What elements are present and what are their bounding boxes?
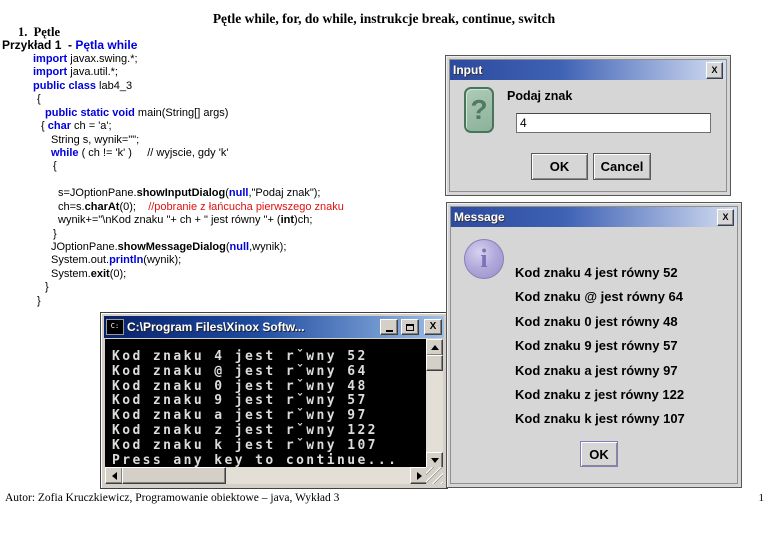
code-line: wynik+="\nKod znaku "+ ch + " jest równy… [0,214,344,227]
console-line: Kod znaku k jest rˇwny 107 [112,439,428,454]
console-titlebar[interactable]: C: C:\Program Files\Xinox Softw... X [104,316,444,338]
input-close-button[interactable]: X [706,62,723,79]
maximize-icon [406,324,414,331]
code-line: Przykład 1 - Pętla while [0,39,344,52]
arrow-down-icon [431,458,439,463]
message-line: Kod znaku k jest równy 107 [515,407,685,431]
resize-grip[interactable] [426,467,443,484]
code-line: } [0,228,344,241]
code-line: public class lab4_3 [0,80,344,93]
page-number: 1 [759,492,765,504]
code-line: System.exit(0); [0,268,344,281]
code-line: String s, wynik=""; [0,134,344,147]
input-prompt: Podaj znak [507,89,572,103]
horizontal-scroll-thumb[interactable] [122,467,226,484]
console-output: Kod znaku 4 jest rˇwny 52Kod znaku @ jes… [105,339,428,469]
code-line: System.out.println(wynik); [0,254,344,267]
code-line: while ( ch != 'k' ) // wyjscie, gdy 'k' [0,147,344,160]
code-line: import java.util.*; [0,66,344,79]
message-line: Kod znaku a jest równy 97 [515,359,685,383]
message-line: Kod znaku 9 jest równy 57 [515,334,685,358]
code-line: JOptionPane.showMessageDialog(null,wynik… [0,241,344,254]
code-line [0,174,344,187]
message-line: Kod znaku @ jest równy 64 [515,285,685,309]
slide: Pętle while, for, do while, instrukcje b… [0,0,768,543]
code-line: } [0,281,344,294]
code-line: 1. Pętle [0,26,344,39]
scroll-up-button[interactable] [426,339,443,356]
message-line: Kod znaku 0 jest równy 48 [515,310,685,334]
message-line: Kod znaku z jest równy 122 [515,383,685,407]
message-dialog-titlebar[interactable]: Message X [451,207,737,227]
console-line: Kod znaku 4 jest rˇwny 52 [112,350,428,365]
input-dialog-body: ? Podaj znak OK Cancel [450,80,726,191]
input-dialog-title: Input [453,63,706,77]
maximize-button[interactable] [401,319,419,335]
arrow-up-icon [431,345,439,350]
code-line: ch=s.charAt(0); //pobranie z łańcucha pi… [0,201,344,214]
message-line: Kod znaku 4 jest równy 52 [515,261,685,285]
message-dialog: Message X i Kod znaku 4 jest równy 52Kod… [446,202,742,488]
console-line: Kod znaku z jest rˇwny 122 [112,424,428,439]
code-line: s=JOptionPane.showInputDialog(null,"Poda… [0,187,344,200]
scroll-left-button[interactable] [105,467,123,484]
page-title: Pętle while, for, do while, instrukcje b… [0,11,768,27]
close-icon: X [430,322,437,332]
minimize-icon [386,330,393,332]
code-line: { char ch = 'a'; [0,120,344,133]
message-dialog-title: Message [454,210,717,224]
close-button[interactable]: X [424,319,442,335]
code-line: import javax.swing.*; [0,53,344,66]
minimize-button[interactable] [380,319,398,335]
info-icon: i [464,239,504,279]
code-line: public static void main(String[] args) [0,107,344,120]
console-line: Kod znaku a jest rˇwny 97 [112,409,428,424]
footer-text: Autor: Zofia Kruczkiewicz, Programowanie… [5,492,339,504]
question-icon: ? [464,87,494,133]
input-field[interactable] [516,113,711,133]
ms-dos-icon: C: [106,319,124,335]
input-dialog-titlebar[interactable]: Input X [450,60,726,80]
message-ok-button[interactable]: OK [580,441,618,467]
vertical-scroll-thumb[interactable] [426,355,443,371]
code-line: { [0,160,344,173]
ok-button[interactable]: OK [531,153,588,180]
code-line: { [0,93,344,106]
console-line: Kod znaku @ jest rˇwny 64 [112,365,428,380]
code-line: } [0,295,344,308]
message-lines: Kod znaku 4 jest równy 52Kod znaku @ jes… [515,261,685,432]
console-line: Kod znaku 9 jest rˇwny 57 [112,394,428,409]
console-title: C:\Program Files\Xinox Softw... [127,320,377,334]
arrow-right-icon [417,472,422,480]
code-block: 1. PętlePrzykład 1 - Pętla whileimport j… [0,26,344,308]
message-close-button[interactable]: X [717,209,734,226]
cancel-button[interactable]: Cancel [593,153,651,180]
horizontal-scrollbar[interactable] [105,467,428,484]
console-line: Kod znaku 0 jest rˇwny 48 [112,380,428,395]
arrow-left-icon [112,472,117,480]
vertical-scrollbar[interactable] [426,339,443,469]
input-dialog: Input X ? Podaj znak OK Cancel [445,55,731,196]
console-window: C: C:\Program Files\Xinox Softw... X Kod… [100,312,448,489]
message-dialog-body: i Kod znaku 4 jest równy 52Kod znaku @ j… [451,227,737,483]
